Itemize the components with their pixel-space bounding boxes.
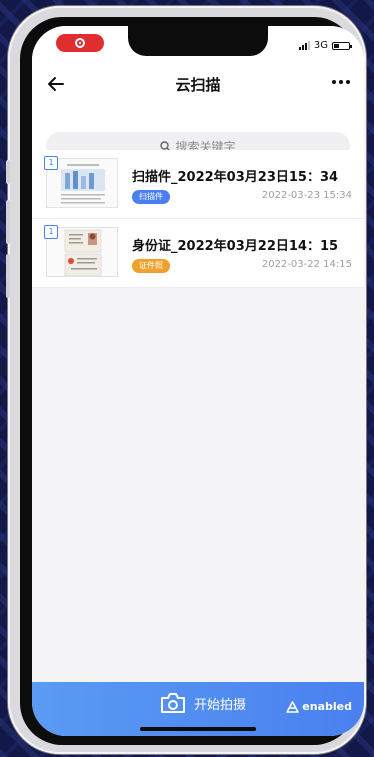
more-icon[interactable] — [332, 80, 350, 84]
volume-down-button — [6, 254, 10, 298]
start-capture-label: 开始拍摄 — [194, 697, 247, 713]
app-screen: 3G 云扫描 搜索关键字 1 扫描件_2022年03月23日15：34 扫描件 … — [32, 26, 364, 736]
status-bar: 3G — [32, 26, 364, 66]
file-tag: 证件照 — [132, 259, 170, 273]
screen-recording-indicator[interactable] — [56, 34, 104, 52]
page-title: 云扫描 — [175, 76, 221, 94]
volume-up-button — [6, 200, 10, 244]
brand-name: enabled — [302, 700, 352, 713]
page-count-badge: 1 — [44, 225, 58, 239]
brand-logo-icon — [286, 700, 300, 713]
camera-icon — [161, 693, 185, 713]
brand-badge: enabled — [286, 700, 352, 713]
file-tag: 扫描件 — [132, 190, 170, 204]
record-icon — [75, 38, 85, 48]
side-button — [6, 160, 10, 184]
status-icons: 3G — [298, 40, 352, 51]
start-capture-button[interactable]: 开始拍摄 — [160, 692, 246, 714]
home-indicator[interactable] — [140, 727, 256, 731]
network-type: 3G — [313, 40, 328, 51]
battery-icon — [332, 41, 352, 50]
file-date: 2022-03-23 15:34 — [261, 190, 352, 201]
signal-icon — [298, 41, 310, 50]
notch — [128, 26, 268, 56]
page-count-badge: 1 — [44, 156, 58, 170]
file-name: 扫描件_2022年03月23日15：34 — [132, 170, 339, 185]
file-item-id-card[interactable]: 1 身份证_2022年03月22日14：15 证件照 2022-03-22 14… — [32, 219, 364, 288]
file-date: 2022-03-22 14:15 — [261, 259, 352, 270]
file-item-scan[interactable]: 1 扫描件_2022年03月23日15：34 扫描件 2022-03-23 15 — [32, 150, 364, 219]
file-list: 1 扫描件_2022年03月23日15：34 扫描件 2022-03-23 15 — [32, 150, 364, 288]
file-name: 身份证_2022年03月22日14：15 — [132, 239, 339, 254]
